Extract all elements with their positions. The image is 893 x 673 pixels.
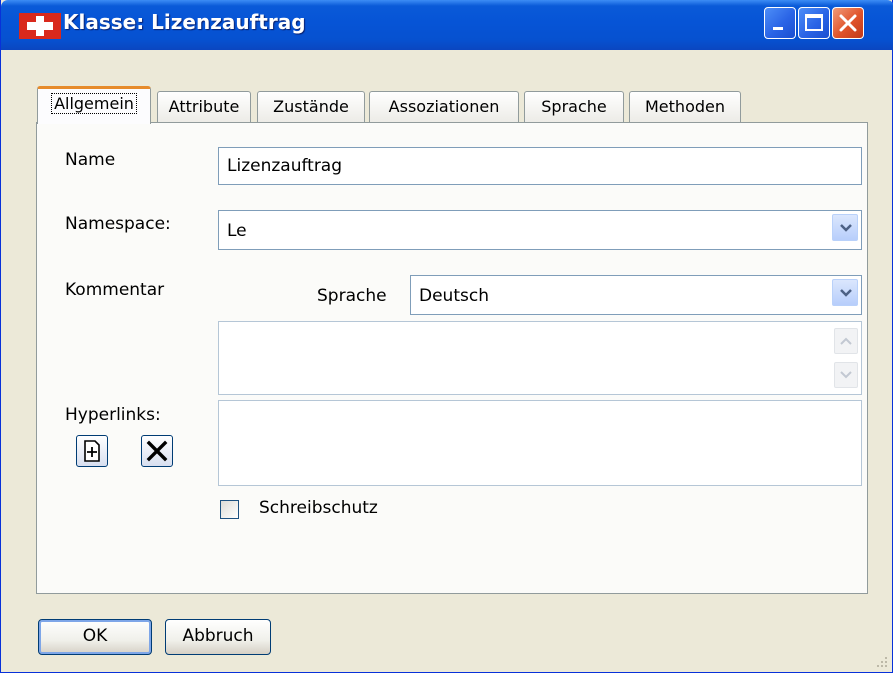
sprache-dropdown-button[interactable]: [832, 279, 858, 306]
add-page-icon: [84, 440, 100, 462]
sprache-value: Deutsch: [419, 286, 489, 306]
tab-label: Attribute: [168, 97, 240, 116]
title-bar[interactable]: Klasse: Lizenzauftrag: [1, 0, 893, 50]
tab-allgemein[interactable]: Allgemein: [37, 86, 151, 124]
resize-grip-icon[interactable]: [874, 654, 888, 668]
delete-x-icon: [146, 440, 168, 462]
maximize-icon: [805, 14, 823, 31]
minimize-icon: [773, 27, 783, 30]
close-icon: [839, 14, 857, 32]
kommentar-textarea[interactable]: [218, 321, 862, 395]
tab-label: Zustände: [273, 97, 349, 116]
tab-methoden[interactable]: Methoden: [629, 91, 741, 123]
delete-hyperlink-button[interactable]: [141, 435, 173, 467]
tab-label: Methoden: [645, 97, 725, 116]
chevron-up-icon: [840, 337, 852, 345]
hyperlinks-list[interactable]: [218, 400, 862, 486]
tab-zustaende[interactable]: Zustände: [257, 91, 365, 123]
kommentar-label: Kommentar: [65, 280, 165, 300]
hyperlinks-label: Hyperlinks:: [65, 405, 161, 425]
sprache-combobox[interactable]: Deutsch: [410, 275, 862, 315]
readonly-checkbox[interactable]: [220, 500, 239, 519]
namespace-value: Le: [227, 221, 247, 241]
tab-label: Sprache: [541, 97, 607, 116]
dialog-window: Klasse: Lizenzauftrag Allgemein Attribut…: [0, 0, 893, 673]
cancel-button[interactable]: Abbruch: [165, 619, 271, 655]
scroll-down-button[interactable]: [834, 362, 858, 388]
namespace-label: Namespace:: [65, 214, 171, 234]
close-button[interactable]: [832, 7, 864, 39]
tab-attribute[interactable]: Attribute: [157, 91, 251, 123]
add-hyperlink-button[interactable]: [76, 435, 108, 467]
name-field[interactable]: Lizenzauftrag: [218, 147, 862, 185]
name-value: Lizenzauftrag: [227, 156, 343, 176]
namespace-dropdown-button[interactable]: [832, 214, 858, 241]
chevron-down-icon: [840, 289, 852, 297]
tab-assoziationen[interactable]: Assoziationen: [369, 91, 519, 123]
window-title: Klasse: Lizenzauftrag: [63, 10, 306, 34]
chevron-down-icon: [840, 371, 852, 379]
tab-label: Allgemein: [51, 93, 137, 114]
kommentar-scrollbar[interactable]: [834, 325, 858, 391]
readonly-label: Schreibschutz: [259, 498, 378, 518]
scroll-up-button[interactable]: [834, 328, 858, 354]
ok-button[interactable]: OK: [38, 619, 152, 655]
name-label: Name: [65, 150, 116, 170]
chevron-down-icon: [840, 224, 852, 232]
minimize-button[interactable]: [764, 7, 796, 39]
red-cross-icon: [19, 13, 61, 39]
namespace-combobox[interactable]: Le: [218, 210, 862, 250]
tab-label: Assoziationen: [388, 97, 500, 116]
maximize-button[interactable]: [798, 7, 830, 39]
tab-sprache[interactable]: Sprache: [524, 91, 624, 123]
sprache-label: Sprache: [317, 286, 387, 306]
